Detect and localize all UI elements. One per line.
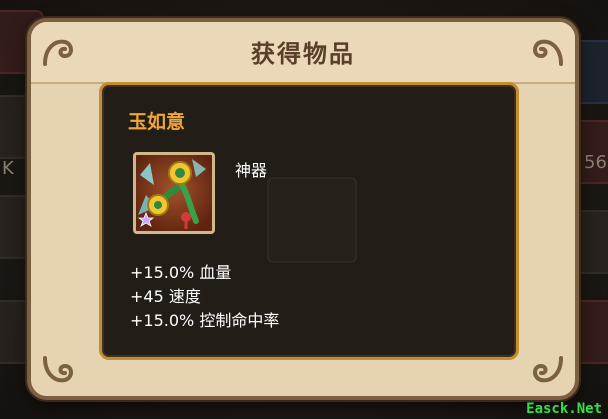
background-label: K [2, 158, 14, 179]
stat-speed: +45 速度 [130, 287, 201, 306]
item-name: 玉如意 [128, 111, 186, 133]
dialog-header: 获得物品 [31, 22, 575, 84]
stat-hp: +15.0% 血量 [130, 263, 232, 282]
watermark: Easck.Net [526, 401, 602, 417]
item-details-card: 玉如意 神器 +15.0% 血量 +45 速度 +15.0% 控制命中率 [99, 82, 519, 360]
background-item-ghost [267, 177, 357, 263]
stat-control-hit-rate: +15.0% 控制命中率 [130, 311, 280, 330]
background-label: 56 [584, 152, 607, 173]
dialog-title: 获得物品 [251, 40, 355, 68]
jade-ruyi-icon[interactable] [133, 152, 215, 234]
bottom-left-swirl-ornament-icon [43, 356, 73, 383]
item-stats-list: +15.0% 血量 +45 速度 +15.0% 控制命中率 [130, 261, 279, 333]
reward-dialog: 获得物品 玉如意 神器 +15.0% 血量 +45 速度 +15.0% 控制命中… [27, 18, 579, 400]
game-screen: K 56 获得物品 玉如意 神器 +15.0% 血量 +45 速度 +15.0%… [0, 0, 608, 419]
item-type-label: 神器 [235, 161, 268, 180]
bottom-right-swirl-ornament-icon [533, 356, 563, 383]
